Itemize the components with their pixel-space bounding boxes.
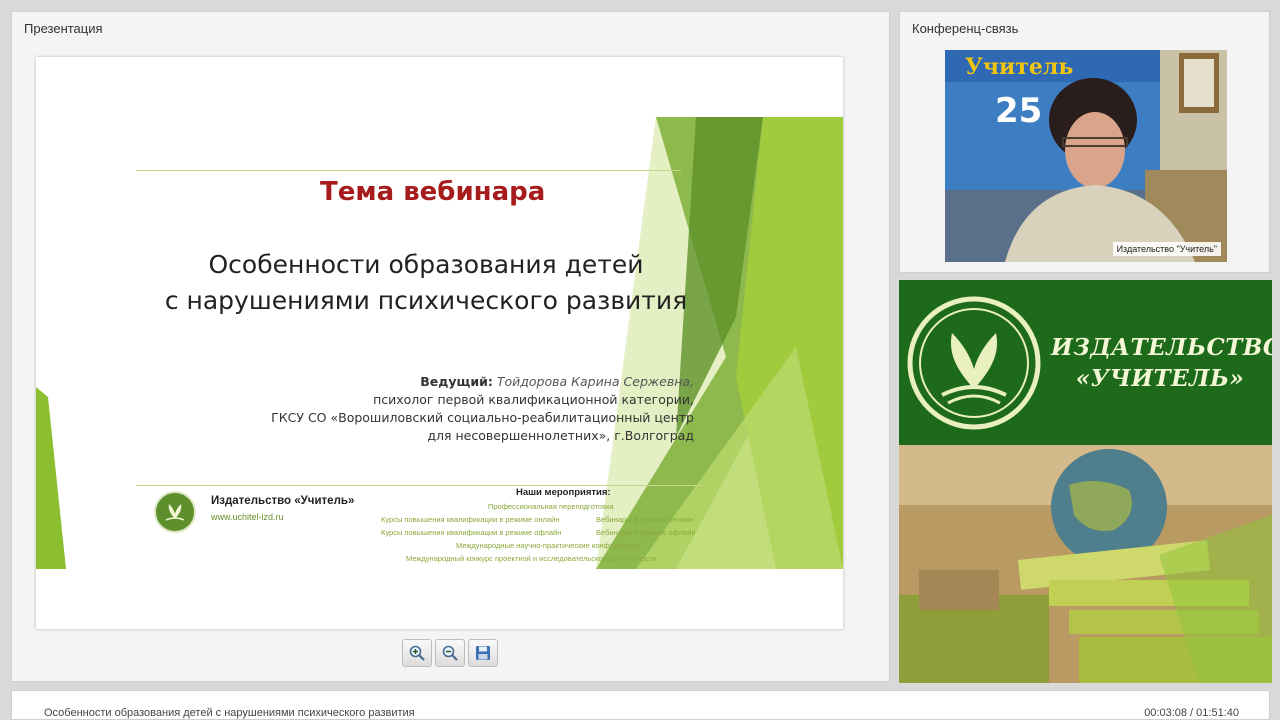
slide-top-rule xyxy=(136,170,681,171)
event-item: Международные научно-практические конфер… xyxy=(456,541,640,550)
footer-url: www.uchitel-izd.ru xyxy=(211,512,284,522)
presenter-organization-city: для несовершеннолетних», г.Волгоград xyxy=(427,428,694,443)
banner-name-line2: «УЧИТЕЛЬ» xyxy=(1075,365,1245,392)
status-webinar-title: Особенности образования детей с нарушени… xyxy=(44,707,415,719)
event-item: Вебинары в режиме офлайн xyxy=(596,528,696,537)
status-bar: Особенности образования детей с нарушени… xyxy=(11,690,1270,720)
publisher-banner: ИЗДАТЕЛЬСТВО «УЧИТЕЛЬ» xyxy=(899,280,1272,683)
conference-video[interactable]: Учитель 25 Издательство "Учитель" xyxy=(945,50,1227,262)
presenter-label: Ведущий: xyxy=(420,374,493,389)
event-item: Профессиональная переподготовка xyxy=(488,502,614,511)
event-item: Международный конкурс проектной и исслед… xyxy=(406,554,657,563)
save-icon xyxy=(476,646,490,660)
footer-publisher-name: Издательство «Учитель» xyxy=(211,495,355,507)
svg-text:Учитель: Учитель xyxy=(965,54,1073,80)
event-item: Курсы повышения квалификации в режиме оф… xyxy=(381,528,562,537)
video-frame: Учитель 25 xyxy=(945,50,1227,262)
banner-name-line1: ИЗДАТЕЛЬСТВО xyxy=(1051,334,1272,361)
events-title: Наши мероприятия: xyxy=(516,487,611,498)
presenter-organization: ГКСУ СО «Ворошиловский социально-реабили… xyxy=(271,410,694,425)
event-item: Вебинары в режиме онлайн xyxy=(596,515,694,524)
presenter-info: Ведущий: Тойдорова Карина Сержевна, псих… xyxy=(236,373,694,445)
save-button[interactable] xyxy=(468,639,498,667)
topic-label: Тема вебинара xyxy=(320,177,546,207)
zoom-in-icon xyxy=(409,645,425,661)
books-globe-image xyxy=(899,445,1272,683)
presentation-panel-title: Презентация xyxy=(24,21,103,36)
event-item: Курсы повышения квалификации в режиме он… xyxy=(381,515,560,524)
banner-header: ИЗДАТЕЛЬСТВО «УЧИТЕЛЬ» xyxy=(899,280,1272,445)
presenter-name: Тойдорова Карина Сержевна, xyxy=(496,374,694,389)
topic-title-line1: Особенности образования детей xyxy=(208,250,644,279)
topic-title-line2: с нарушениями психического развития xyxy=(164,286,688,315)
zoom-out-button[interactable] xyxy=(435,639,465,667)
playback-time: 00:03:08 / 01:51:40 xyxy=(1144,707,1239,719)
slide-footer-rule xyxy=(136,485,706,486)
banner-publisher-name: ИЗДАТЕЛЬСТВО «УЧИТЕЛЬ» xyxy=(1051,332,1272,394)
publisher-emblem-icon xyxy=(907,296,1041,430)
conference-panel-title: Конференц-связь xyxy=(912,21,1019,36)
banner-image xyxy=(899,445,1272,683)
presentation-panel: Презентация Тема вебинара Особенности об… xyxy=(11,11,890,682)
presenter-position: психолог первой квалификационной категор… xyxy=(373,392,694,407)
zoom-in-button[interactable] xyxy=(402,639,432,667)
presentation-slide: Тема вебинара Особенности образования де… xyxy=(36,57,843,629)
publisher-logo-icon xyxy=(154,491,196,533)
slide-decoration xyxy=(36,117,843,569)
zoom-out-icon xyxy=(442,645,458,661)
conference-panel: Конференц-связь Учитель 25 Издательство … xyxy=(899,11,1270,273)
video-caption: Издательство "Учитель" xyxy=(1112,242,1221,256)
svg-text:25: 25 xyxy=(995,91,1042,131)
topic-title: Особенности образования детей с нарушени… xyxy=(136,247,716,319)
